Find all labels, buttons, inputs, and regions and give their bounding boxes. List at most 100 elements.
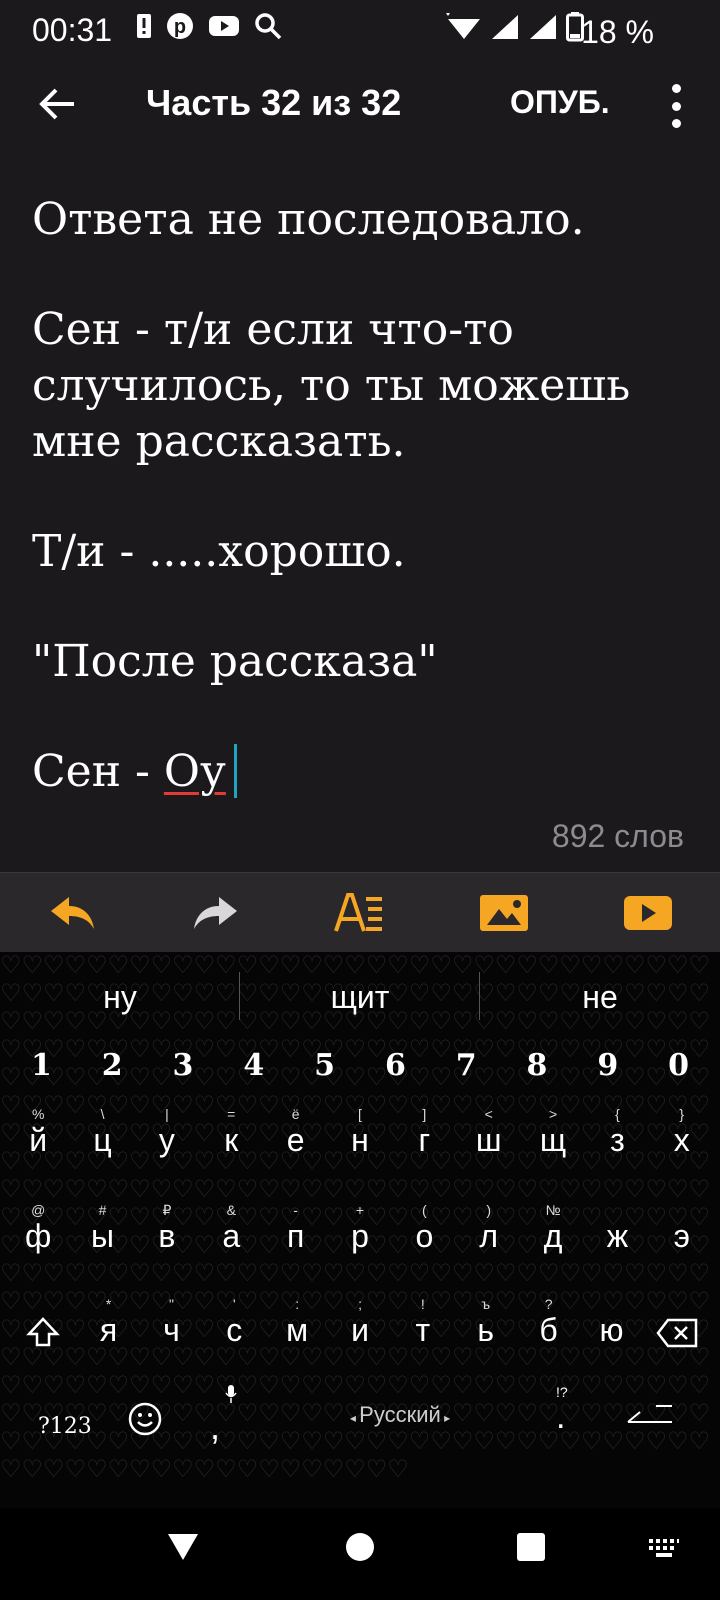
letter-key-row2-7[interactable]: ) л [457, 1202, 521, 1255]
letter-key-row1-7[interactable]: < ш [457, 1106, 521, 1159]
back-nav-icon[interactable] [166, 1532, 200, 1562]
letter-key-row3-3[interactable]: :м [266, 1296, 329, 1356]
youtube-icon [209, 16, 239, 36]
letter-key-row1-10[interactable]: } х [650, 1106, 714, 1159]
editor-toolbar [0, 872, 720, 953]
number-key-0[interactable]: 1 [6, 1048, 77, 1083]
letter-key-row3-4[interactable]: ; и [329, 1296, 392, 1356]
back-arrow-icon[interactable] [34, 80, 82, 128]
number-key-7[interactable]: 8 [502, 1048, 573, 1083]
recents-nav-icon[interactable] [516, 1532, 546, 1562]
letter-key-row3-6[interactable]: ъь [454, 1296, 517, 1356]
key-hint: + [355, 1202, 365, 1218]
navigation-bar [0, 1508, 720, 1600]
number-key-2[interactable]: 3 [148, 1048, 219, 1083]
space-bar[interactable]: ◂ Русский ▸ [290, 1402, 510, 1428]
letter-key-row1-8[interactable]: > щ [521, 1106, 585, 1159]
letter-key-row3-7[interactable]: ? б [517, 1296, 580, 1356]
microphone-icon [225, 1385, 237, 1403]
key-hint: { [615, 1106, 620, 1122]
space-language-label: Русский [359, 1402, 441, 1427]
key-label: и [351, 1312, 369, 1348]
letter-key-row1-5[interactable]: [н [328, 1106, 392, 1159]
paragraph: Сен - т/и если что-то случилось, то ты м… [32, 304, 631, 467]
key-hint: | [165, 1106, 169, 1122]
letter-key-row1-0[interactable]: % й [6, 1106, 70, 1159]
key-hint: * [105, 1296, 112, 1312]
suggestion-1[interactable]: ну [0, 952, 240, 1042]
current-paragraph: Сен - Оу [32, 744, 692, 800]
undo-button[interactable] [36, 885, 108, 941]
letter-key-row2-9[interactable]: ж [585, 1218, 649, 1255]
key-label: 1 [30, 1048, 52, 1083]
home-nav-icon[interactable] [345, 1532, 375, 1562]
key-hint: ) [486, 1202, 492, 1218]
letter-key-row2-8[interactable]: № д [521, 1202, 585, 1255]
letter-key-row2-5[interactable]: + р [328, 1202, 392, 1255]
insert-image-button[interactable] [468, 885, 540, 941]
letter-key-row1-3[interactable]: = к [199, 1106, 263, 1159]
letter-key-row2-6[interactable]: (о [392, 1202, 456, 1255]
key-label: ч [163, 1312, 180, 1348]
emoji-icon[interactable] [128, 1402, 162, 1436]
number-key-6[interactable]: 7 [431, 1048, 502, 1083]
number-row: 1 2 3 4 5 6 7 8 9 0 [0, 1048, 720, 1083]
letter-key-row2-3[interactable]: & а [199, 1202, 263, 1255]
letter-key-row2-1[interactable]: # ы [70, 1202, 134, 1255]
letter-key-row2-2[interactable]: ₽ в [135, 1202, 199, 1255]
shift-key[interactable] [8, 1312, 77, 1356]
number-key-9[interactable]: 0 [643, 1048, 714, 1083]
symbols-key[interactable]: ?123 [38, 1414, 92, 1439]
backspace-icon [656, 1318, 698, 1348]
letter-key-row2-4[interactable]: -п [263, 1202, 327, 1255]
letter-key-row1-1[interactable]: \ ц [70, 1106, 134, 1159]
keyboard-switch-icon[interactable] [648, 1538, 680, 1558]
suggestion-3[interactable]: не [480, 952, 720, 1042]
key-label: ю [599, 1312, 624, 1348]
key-hint: % [31, 1106, 45, 1122]
story-editor[interactable]: Ответа не последовало. Сен - т/и если чт… [32, 192, 692, 800]
letter-key-row1-4[interactable]: ёе [263, 1106, 327, 1159]
number-key-3[interactable]: 4 [218, 1048, 289, 1083]
key-label: 9 [597, 1048, 619, 1083]
letter-key-row3-2[interactable]: ' с [203, 1296, 266, 1356]
number-key-8[interactable]: 9 [572, 1048, 643, 1083]
number-key-1[interactable]: 2 [77, 1048, 148, 1083]
paragraph: Ответа не последовало. [32, 194, 585, 245]
key-label: 7 [455, 1048, 477, 1083]
letter-key-row3-5[interactable]: ! т [391, 1296, 454, 1356]
comma-key[interactable]: , [210, 1406, 220, 1448]
status-time: 00:31 [32, 12, 113, 48]
period-key[interactable]: . [556, 1398, 565, 1437]
key-hint: < [484, 1106, 493, 1122]
enter-icon[interactable] [626, 1402, 674, 1426]
redo-button[interactable] [180, 885, 252, 941]
keyboard-bottom-row: ?123 , ◂ Русский ▸ !? . [0, 1384, 720, 1474]
number-key-4[interactable]: 5 [289, 1048, 360, 1083]
letter-row-2: @ ф # ы ₽ в & а - п + р(о) л № д ж э [0, 1202, 720, 1255]
more-options-icon[interactable] [664, 84, 688, 128]
shift-icon [25, 1317, 60, 1347]
undo-icon [51, 897, 94, 929]
backspace-key[interactable] [643, 1312, 712, 1356]
letter-key-row2-0[interactable]: @ ф [6, 1202, 70, 1255]
key-label: к [224, 1122, 239, 1158]
text-cursor [233, 744, 237, 798]
letter-key-row1-9[interactable]: {з [585, 1106, 649, 1159]
letter-key-row2-10[interactable]: э [650, 1218, 714, 1255]
number-key-5[interactable]: 6 [360, 1048, 431, 1083]
letter-key-row1-6[interactable]: ] г [392, 1106, 456, 1159]
text-format-button[interactable] [324, 885, 396, 941]
misspelled-word[interactable]: Оу [164, 746, 226, 797]
key-label: ь [477, 1312, 495, 1348]
letter-key-row3-0[interactable]: * я [77, 1296, 140, 1356]
suggestion-2[interactable]: щит [240, 952, 480, 1042]
publish-button[interactable]: ОПУБ. [510, 84, 610, 121]
letter-row-3: * я " ч ' с: м; и! т ъ ь? б ю [0, 1296, 720, 1356]
key-hint: - [293, 1202, 298, 1218]
letter-key-row3-8[interactable]: ю [580, 1312, 643, 1356]
letter-key-row3-1[interactable]: " ч [140, 1296, 203, 1356]
letter-key-row1-2[interactable]: | у [135, 1106, 199, 1159]
insert-video-button[interactable] [612, 885, 684, 941]
key-label: й [29, 1122, 48, 1158]
